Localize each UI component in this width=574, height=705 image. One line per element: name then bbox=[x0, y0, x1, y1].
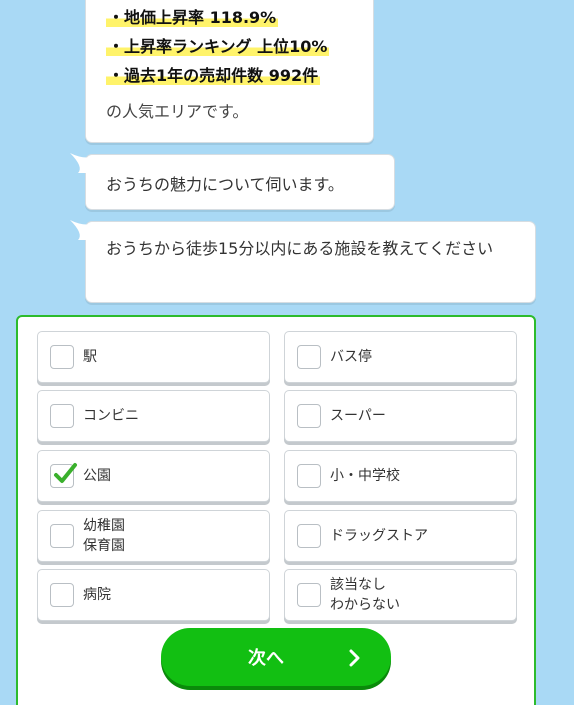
checkbox[interactable] bbox=[297, 345, 321, 369]
checkbox-checked[interactable] bbox=[50, 463, 77, 488]
bubble-tail-icon bbox=[70, 220, 92, 240]
option-drugstore[interactable]: ドラッグストア bbox=[284, 510, 517, 562]
option-label: 小・中学校 bbox=[330, 468, 400, 484]
option-label: スーパー bbox=[330, 408, 386, 424]
option-convenience-store[interactable]: コンビニ bbox=[37, 390, 270, 442]
option-supermarket[interactable]: スーパー bbox=[284, 390, 517, 442]
question-text-charm: おうちの魅力について伺います。 bbox=[106, 175, 344, 194]
checkbox[interactable] bbox=[50, 404, 74, 428]
facility-options-panel: 駅 バス停 コンビニ スーパー 公園 小・中学校 幼稚園 保育園 ドラッグストア… bbox=[16, 315, 536, 705]
checkbox[interactable] bbox=[297, 583, 321, 607]
option-hospital[interactable]: 病院 bbox=[37, 569, 270, 621]
option-elementary-junior-high[interactable]: 小・中学校 bbox=[284, 450, 517, 502]
option-kindergarten-nursery[interactable]: 幼稚園 保育園 bbox=[37, 510, 270, 562]
question-bubble-charm: おうちの魅力について伺います。 bbox=[70, 153, 395, 210]
stats-closing-text: の人気エリアです。 bbox=[106, 102, 249, 121]
checkbox[interactable] bbox=[50, 345, 74, 369]
option-label: 病院 bbox=[83, 587, 111, 603]
option-park[interactable]: 公園 bbox=[37, 450, 270, 502]
bubble-tail-icon bbox=[70, 153, 92, 173]
question-bubble-facilities: おうちから徒歩15分以内にある施設を教えてください bbox=[70, 220, 536, 303]
checkbox[interactable] bbox=[297, 524, 321, 548]
checkbox[interactable] bbox=[297, 404, 321, 428]
checkbox[interactable] bbox=[297, 464, 321, 488]
option-label: 公園 bbox=[83, 468, 111, 484]
checkbox[interactable] bbox=[50, 583, 74, 607]
option-label: コンビニ bbox=[83, 408, 139, 424]
checkbox[interactable] bbox=[50, 524, 74, 548]
option-label: 幼稚園 保育園 bbox=[83, 518, 125, 554]
next-button[interactable]: 次へ bbox=[161, 628, 391, 686]
option-label: バス停 bbox=[330, 349, 372, 365]
option-label: ドラッグストア bbox=[330, 528, 428, 544]
next-button-label: 次へ bbox=[248, 648, 284, 669]
option-label: 該当なし わからない bbox=[330, 577, 400, 613]
stat-line-sales-count: ・過去1年の売却件数 992件 bbox=[106, 66, 321, 85]
option-bus-stop[interactable]: バス停 bbox=[284, 331, 517, 383]
stats-bubble: ・地価上昇率 118.9% ・上昇率ランキング 上位10% ・過去1年の売却件数… bbox=[85, 0, 374, 143]
chevron-right-icon bbox=[349, 649, 360, 667]
option-label: 駅 bbox=[83, 349, 97, 365]
checkmark-icon bbox=[54, 463, 77, 483]
option-station[interactable]: 駅 bbox=[37, 331, 270, 383]
stat-line-price-rise: ・地価上昇率 118.9% bbox=[106, 8, 279, 27]
stat-line-ranking: ・上昇率ランキング 上位10% bbox=[106, 37, 330, 56]
question-text-facilities: おうちから徒歩15分以内にある施設を教えてください bbox=[106, 239, 494, 258]
option-none-unknown[interactable]: 該当なし わからない bbox=[284, 569, 517, 621]
